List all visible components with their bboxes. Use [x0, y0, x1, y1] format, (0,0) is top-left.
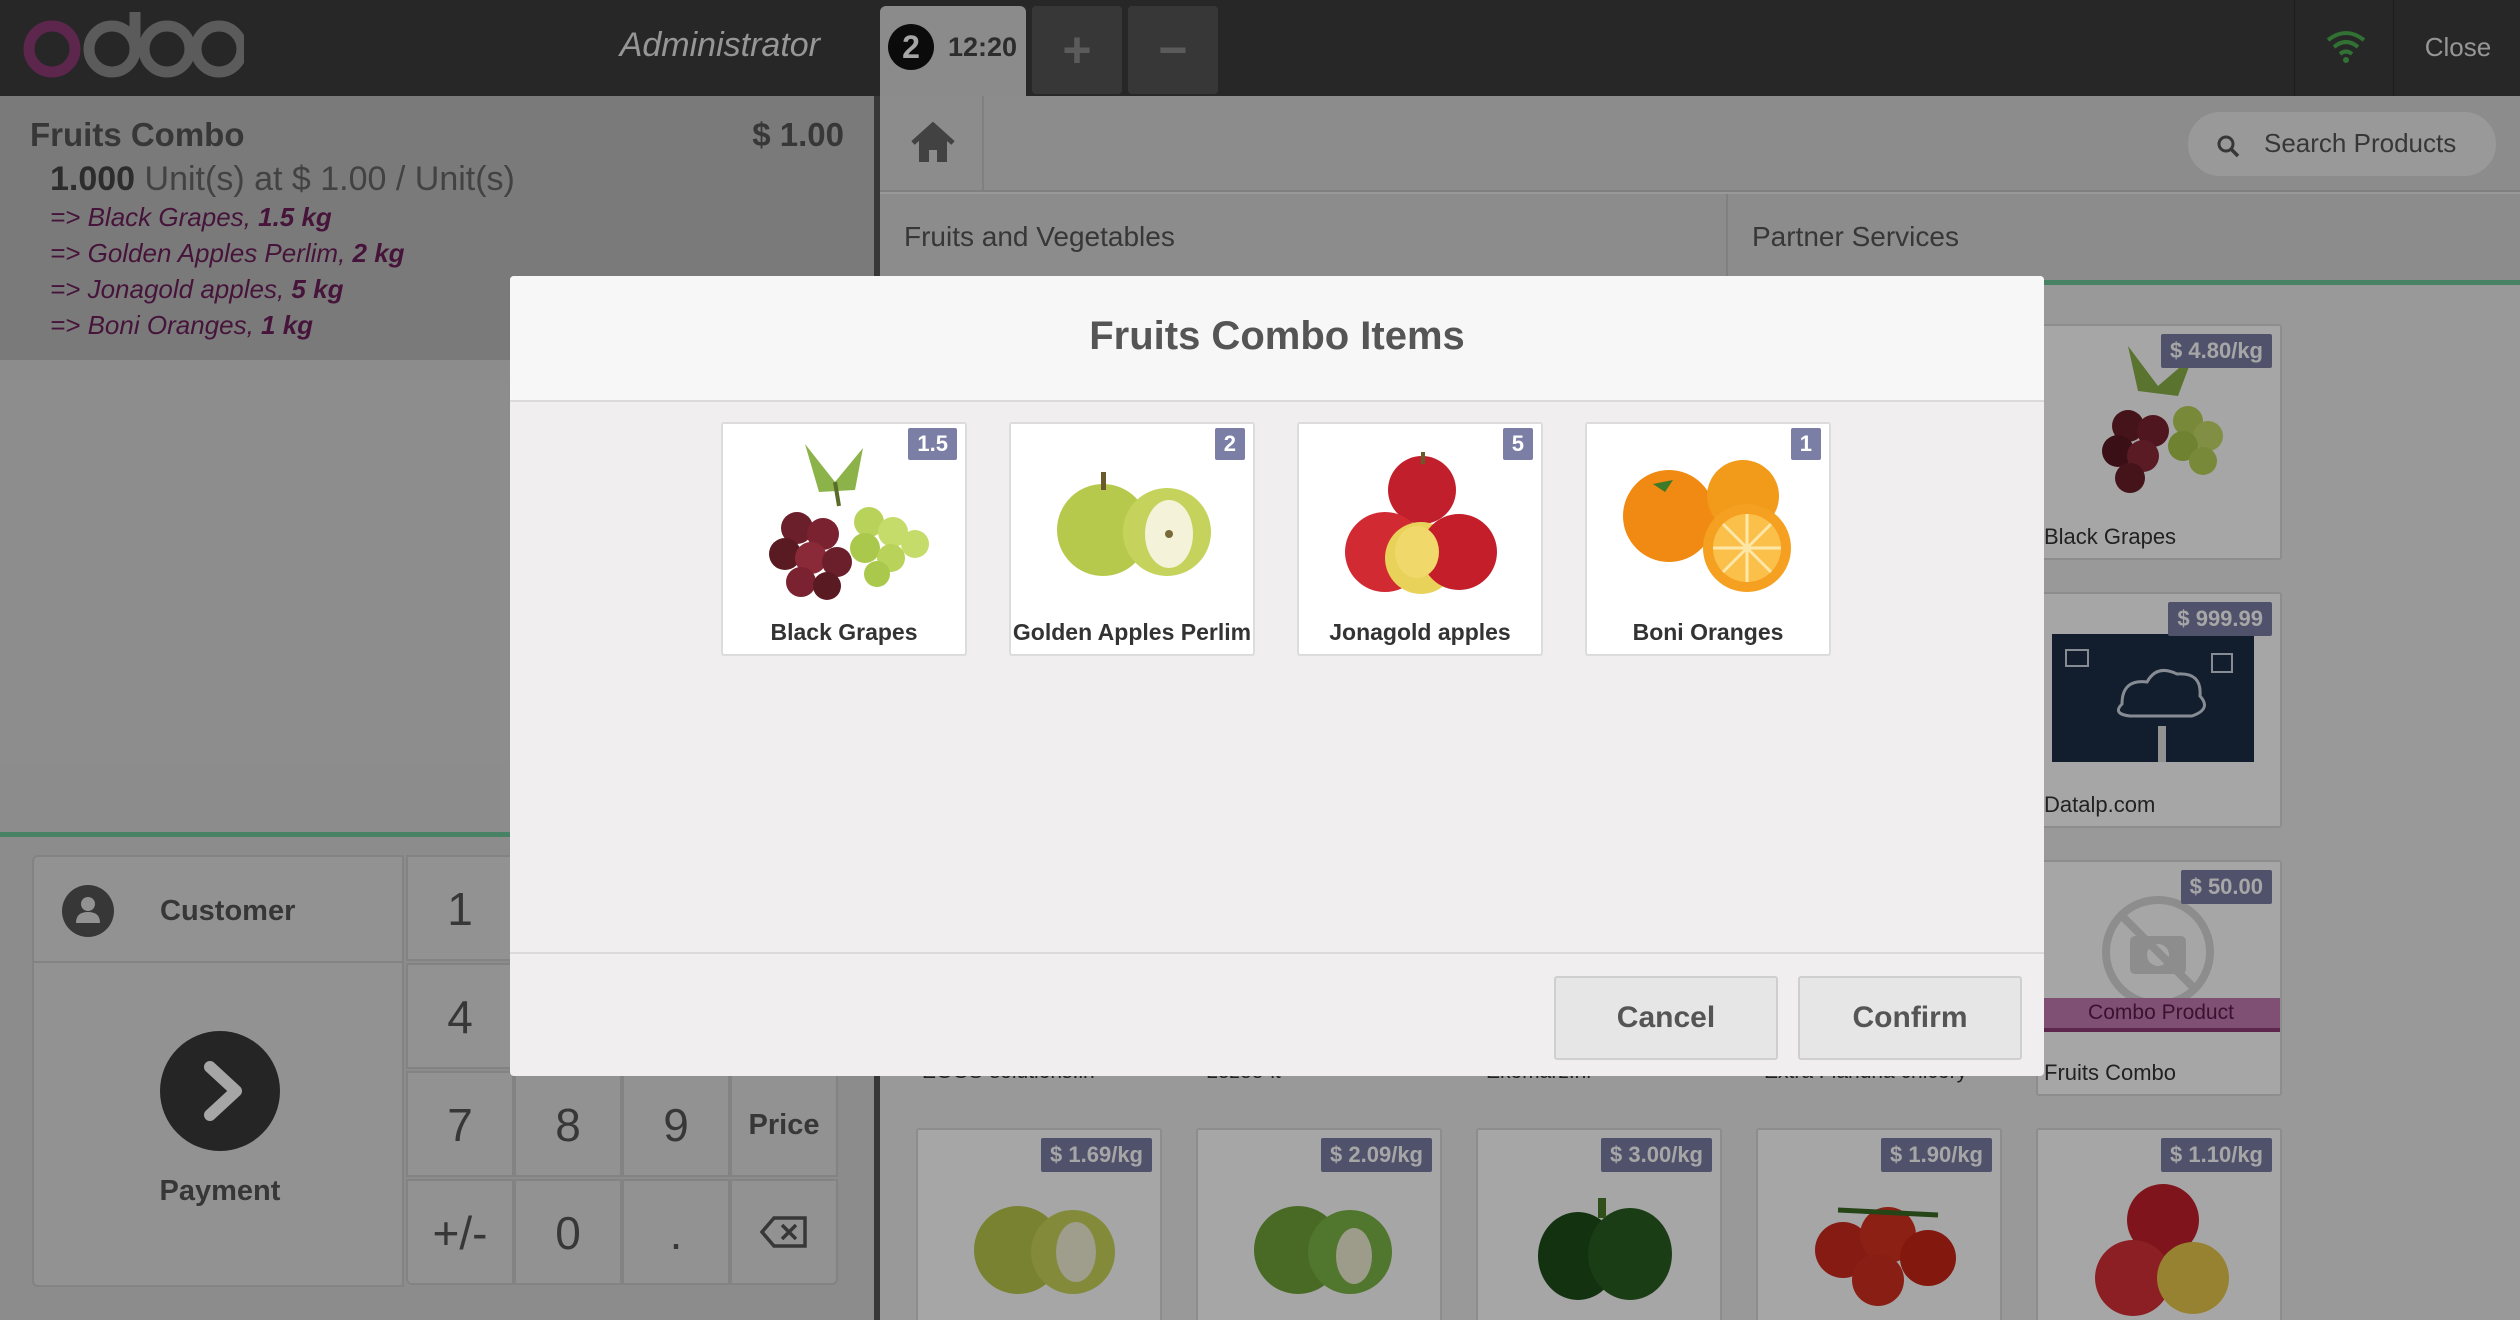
combo-item-name: Jonagold apples — [1329, 619, 1511, 645]
combo-item-card[interactable]: 5 Jonagold apples — [1297, 422, 1543, 656]
combo-items-popup: Fruits Combo Items 1.5 Black Grapes 2 Go… — [510, 276, 2044, 1076]
combo-item-name: Golden Apples Perlim — [1012, 619, 1252, 645]
popup-header: Fruits Combo Items — [510, 276, 2044, 402]
cancel-button[interactable]: Cancel — [1554, 976, 1778, 1060]
popup-title: Fruits Combo Items — [1089, 314, 1465, 358]
combo-item-name: Boni Oranges — [1632, 619, 1784, 645]
orange-image — [1623, 460, 1791, 592]
combo-item-qty-badge: 1.5 — [908, 428, 957, 460]
combo-item-qty-badge: 5 — [1502, 428, 1533, 460]
combo-item-qty-badge: 2 — [1214, 428, 1245, 460]
combo-item-card[interactable]: 2 Golden Apples Perlim — [1009, 422, 1255, 656]
jonagold-apple-image — [1345, 452, 1497, 594]
combo-item-name: Black Grapes — [770, 619, 918, 645]
combo-item-card[interactable]: 1.5 Black Grapes — [721, 422, 967, 656]
combo-item-card[interactable]: 1 Boni Oranges — [1585, 422, 1831, 656]
grapes-image — [769, 444, 929, 600]
golden-apple-image — [1057, 472, 1211, 576]
popup-footer-divider — [510, 952, 2044, 954]
combo-item-qty-badge: 1 — [1790, 428, 1821, 460]
confirm-button[interactable]: Confirm — [1798, 976, 2022, 1060]
